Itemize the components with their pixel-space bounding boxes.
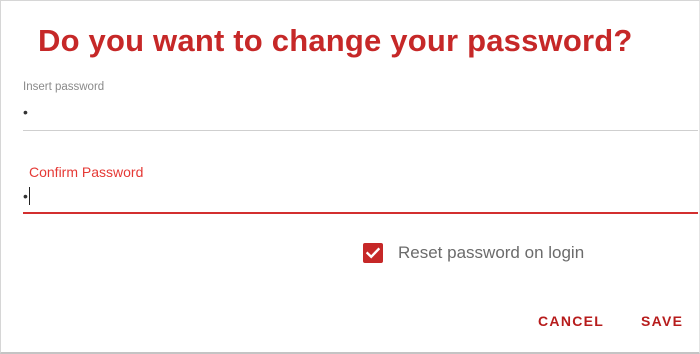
save-button[interactable]: SAVE <box>641 313 683 329</box>
cancel-button[interactable]: CANCEL <box>538 313 604 329</box>
confirm-password-value: • <box>23 188 28 204</box>
confirm-password-input[interactable]: • <box>23 187 30 205</box>
check-icon <box>366 247 380 259</box>
reset-password-checkbox[interactable] <box>363 243 383 263</box>
confirm-password-field[interactable]: Confirm Password • <box>23 161 698 217</box>
insert-password-field[interactable]: Insert password • <box>23 79 698 135</box>
insert-password-value: • <box>23 104 28 120</box>
confirm-password-label: Confirm Password <box>29 164 144 180</box>
insert-password-underline <box>23 130 698 131</box>
confirm-password-underline <box>23 212 698 214</box>
insert-password-input[interactable]: • <box>23 105 28 119</box>
change-password-dialog: Do you want to change your password? Ins… <box>0 0 700 354</box>
text-caret <box>28 187 30 205</box>
insert-password-label: Insert password <box>23 81 105 93</box>
dialog-title: Do you want to change your password? <box>38 23 633 58</box>
reset-password-option[interactable]: Reset password on login <box>363 241 584 265</box>
reset-password-label: Reset password on login <box>398 243 585 262</box>
